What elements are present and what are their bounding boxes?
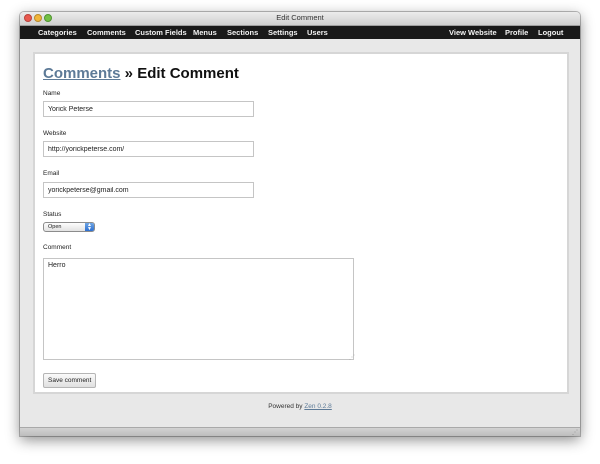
top-navigation: Categories Comments Custom Fields Menus … [20, 26, 580, 39]
status-select[interactable]: Open ▲ ▼ [43, 222, 95, 232]
status-label: Status [43, 211, 62, 218]
email-label: Email [43, 170, 60, 177]
footer-text: Powered by [268, 403, 305, 410]
window-title: Edit Comment [276, 13, 324, 22]
nav-item-categories[interactable]: Categories [38, 28, 77, 37]
nav-item-view-website[interactable]: View Website [449, 28, 497, 37]
nav-item-settings[interactable]: Settings [268, 28, 298, 37]
window-resize-icon[interactable]: ⋰ [572, 429, 578, 436]
name-label: Name [43, 90, 61, 97]
browser-window: Edit Comment Categories Comments Custom … [20, 12, 580, 436]
edit-comment-panel: Comments » Edit Comment Name Website Ema… [33, 52, 569, 394]
nav-item-profile[interactable]: Profile [505, 28, 528, 37]
name-field[interactable] [43, 101, 254, 117]
title-bar[interactable]: Edit Comment [20, 12, 580, 26]
page-title: Comments » Edit Comment [43, 65, 239, 82]
resize-grip-icon[interactable]: ⋰ [349, 354, 355, 361]
nav-item-users[interactable]: Users [307, 28, 328, 37]
email-field[interactable] [43, 182, 254, 198]
up-down-arrows-icon: ▲ ▼ [85, 223, 94, 232]
footer-version-link[interactable]: Zen 0.2.8 [304, 403, 331, 410]
nav-item-custom-fields[interactable]: Custom Fields [135, 28, 187, 37]
status-selected-value: Open [48, 224, 62, 230]
website-label: Website [43, 130, 67, 137]
page-title-text: Edit Comment [137, 65, 239, 82]
status-bar: ⋰ [20, 427, 580, 436]
breadcrumb-separator: » [120, 65, 138, 82]
nav-item-menus[interactable]: Menus [193, 28, 217, 37]
nav-item-comments[interactable]: Comments [87, 28, 126, 37]
website-field[interactable] [43, 141, 254, 157]
nav-item-sections[interactable]: Sections [227, 28, 258, 37]
breadcrumb-comments-link[interactable]: Comments [43, 65, 121, 82]
footer: Powered by Zen 0.2.8 [20, 403, 580, 410]
nav-item-logout[interactable]: Logout [538, 28, 563, 37]
comment-textarea[interactable]: Herro [43, 258, 354, 360]
save-comment-button[interactable]: Save comment [43, 373, 97, 388]
comment-label: Comment [43, 244, 72, 251]
